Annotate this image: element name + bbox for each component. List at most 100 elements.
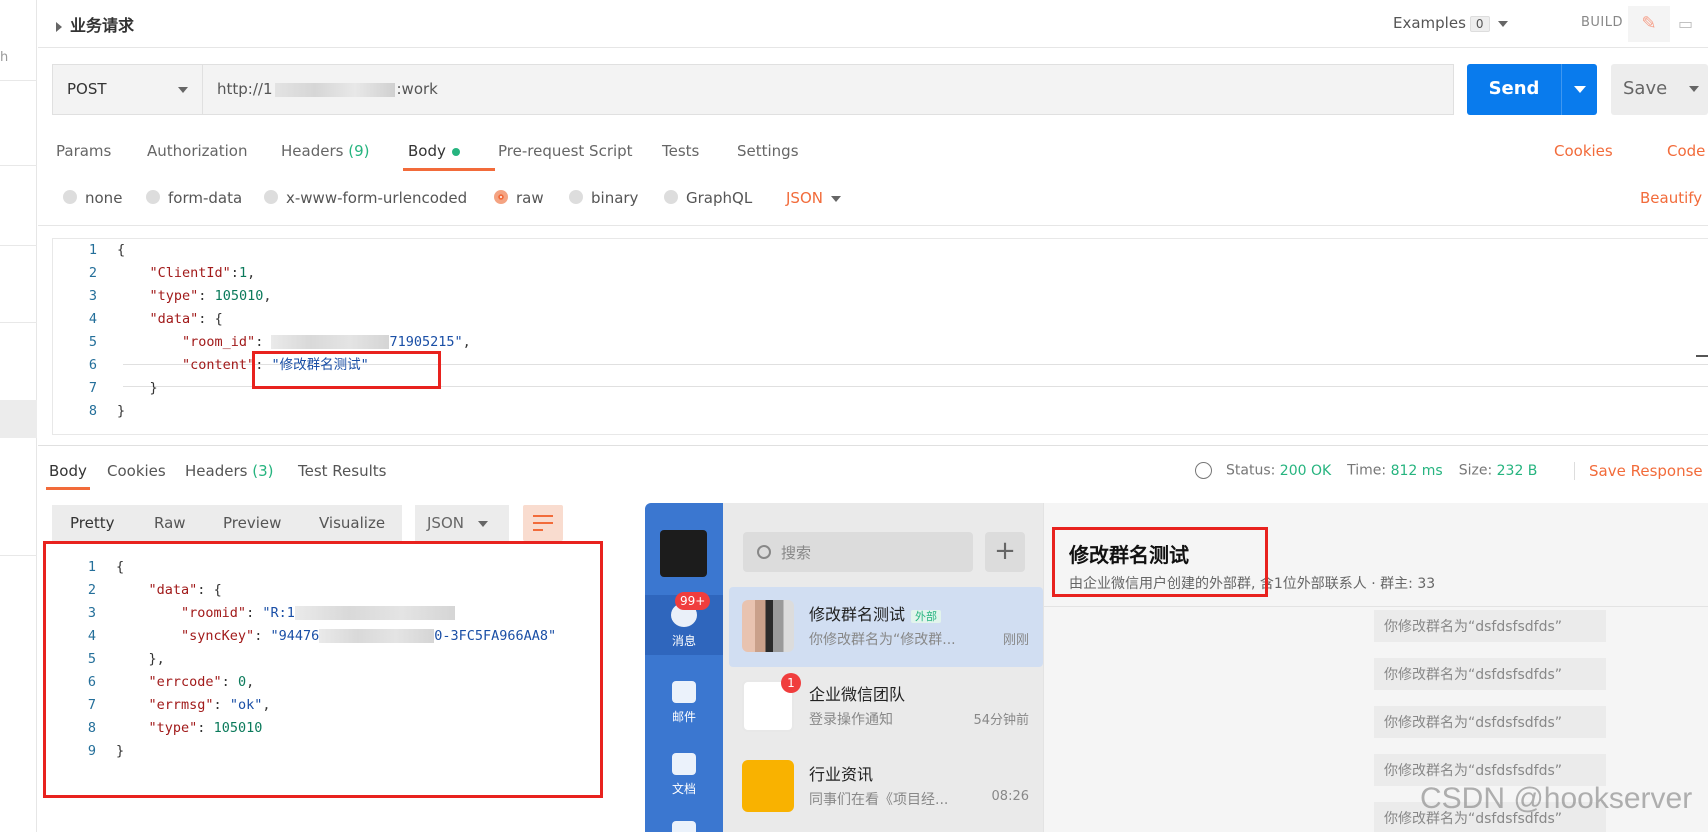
build-button[interactable]: BUILD xyxy=(1581,15,1623,30)
scrollbar-marker[interactable] xyxy=(1696,355,1708,357)
method-value: POST xyxy=(67,80,107,98)
code-text: } xyxy=(149,380,158,396)
chevron-down-icon xyxy=(178,87,188,93)
external-tag: 外部 xyxy=(911,610,942,623)
radio-none[interactable]: none xyxy=(63,189,122,207)
chevron-down-icon xyxy=(830,195,841,202)
sidebar-selected-item[interactable] xyxy=(0,400,37,438)
response-tab-body[interactable]: Body xyxy=(49,462,87,480)
body-format-select[interactable]: JSON xyxy=(786,189,841,207)
search-placeholder: 搜索 xyxy=(781,544,812,562)
unread-badge: 1 xyxy=(781,673,801,693)
add-button[interactable]: + xyxy=(985,532,1025,572)
conversation-list: 搜索 + 修改群名测试 外部 你修改群名为“修改群... 刚刚 1 企业微信团队 … xyxy=(723,503,1043,832)
left-sidebar: h xyxy=(0,0,37,832)
nav-docs[interactable]: 文档 xyxy=(645,753,723,797)
radio-urlencoded[interactable]: x-www-form-urlencoded xyxy=(264,189,467,207)
divider xyxy=(38,225,1708,226)
watermark: CSDN @hookserver xyxy=(1420,782,1693,815)
nav-label: 消息 xyxy=(671,634,696,648)
time-label: Time: xyxy=(1347,462,1387,479)
request-title-text: 业务请求 xyxy=(70,16,135,35)
response-tab-headers[interactable]: Headers (3) xyxy=(185,462,273,480)
json-key: "data" xyxy=(149,311,199,327)
view-preview[interactable]: Preview xyxy=(223,514,281,532)
cookies-link[interactable]: Cookies xyxy=(1554,142,1613,160)
wrap-lines-icon[interactable] xyxy=(523,505,563,541)
response-tab-cookies[interactable]: Cookies xyxy=(107,462,166,480)
examples-dropdown[interactable]: Examples 0 xyxy=(1393,14,1508,32)
radio-binary[interactable]: binary xyxy=(569,189,638,207)
radio-form-data[interactable]: form-data xyxy=(146,189,242,207)
document-icon xyxy=(672,753,696,775)
request-body-editor[interactable]: 1{ 2 "ClientId":1, 3 "type": 105010, 4 "… xyxy=(52,238,1708,435)
tab-tests[interactable]: Tests xyxy=(662,142,699,160)
response-format-select[interactable]: JSON xyxy=(415,505,509,541)
request-header: 业务请求 Examples 0 BUILD ✎ ▭ xyxy=(38,0,1708,48)
view-raw[interactable]: Raw xyxy=(154,514,186,532)
tab-body[interactable]: Body xyxy=(408,142,460,160)
nav-mail[interactable]: 邮件 xyxy=(645,681,723,725)
avatar[interactable] xyxy=(660,530,707,577)
conversation-time: 54分钟前 xyxy=(973,713,1029,728)
response-format-value: JSON xyxy=(427,514,464,532)
list-item[interactable]: 1 企业微信团队 登录操作通知 54分钟前 xyxy=(729,667,1043,747)
tab-settings[interactable]: Settings xyxy=(737,142,799,160)
tab-headers-count: (9) xyxy=(348,142,370,160)
conversation-time: 08:26 xyxy=(991,789,1029,804)
code-line: 3 "type": 105010, xyxy=(53,285,1708,308)
nav-label: 文档 xyxy=(671,782,696,796)
examples-count-badge: 0 xyxy=(1469,16,1490,32)
status-label: Status: xyxy=(1226,462,1276,479)
globe-icon[interactable] xyxy=(1195,462,1212,479)
sidebar-divider xyxy=(0,322,37,323)
tab-authorization[interactable]: Authorization xyxy=(147,142,247,160)
json-number: 105010 xyxy=(214,288,264,304)
radio-circle-icon xyxy=(664,190,678,204)
code-text: } xyxy=(117,403,126,419)
chevron-down-icon xyxy=(477,520,488,527)
url-input[interactable]: http://1:work xyxy=(202,64,1454,115)
save-response-button[interactable]: Save Response xyxy=(1574,462,1703,480)
response-tab-test-results[interactable]: Test Results xyxy=(298,462,386,480)
chevron-down-icon[interactable] xyxy=(1689,86,1699,92)
group-avatar xyxy=(742,600,794,652)
view-pretty[interactable]: Pretty xyxy=(70,514,115,532)
conversation-name-text: 修改群名测试 xyxy=(809,605,906,624)
nav-more[interactable] xyxy=(645,821,723,832)
save-button[interactable]: Save xyxy=(1611,64,1708,115)
tab-params[interactable]: Params xyxy=(56,142,111,160)
tab-pre-request-script[interactable]: Pre-request Script xyxy=(498,142,633,160)
pencil-icon[interactable]: ✎ xyxy=(1628,6,1670,42)
code-line: 4 "data": { xyxy=(53,308,1708,331)
tab-headers[interactable]: Headers (9) xyxy=(281,142,369,160)
json-key: "content" xyxy=(182,357,256,373)
plus-icon: + xyxy=(994,536,1016,566)
line-number: 7 xyxy=(88,380,97,396)
comment-icon[interactable]: ▭ xyxy=(1678,8,1708,40)
radio-graphql[interactable]: GraphQL xyxy=(664,189,752,207)
send-label: Send xyxy=(1488,78,1540,99)
list-item[interactable]: 修改群名测试 外部 你修改群名为“修改群... 刚刚 xyxy=(729,587,1043,667)
highlight-box xyxy=(43,541,603,798)
request-title[interactable]: 业务请求 xyxy=(56,12,134,36)
send-options-button[interactable] xyxy=(1561,64,1597,115)
list-item[interactable]: 行业资讯 同事们在看《项目经... 08:26 xyxy=(729,747,1043,827)
expand-caret-icon[interactable] xyxy=(56,21,62,32)
system-message: 你修改群名为“dsfdsfsdfds” xyxy=(1374,658,1606,690)
body-format-value: JSON xyxy=(786,189,823,207)
nav-messages[interactable]: 99+ 消息 xyxy=(645,592,723,655)
status-value: 200 OK xyxy=(1279,462,1332,479)
examples-label: Examples xyxy=(1393,14,1466,32)
beautify-link[interactable]: Beautify xyxy=(1640,189,1702,207)
method-select[interactable]: POST xyxy=(52,64,202,115)
search-input[interactable]: 搜索 xyxy=(743,532,973,572)
view-visualize[interactable]: Visualize xyxy=(319,514,385,532)
send-button[interactable]: Send xyxy=(1467,64,1597,115)
radio-selected-icon xyxy=(494,190,508,204)
code-link[interactable]: Code xyxy=(1667,142,1705,160)
radio-raw[interactable]: raw xyxy=(494,189,544,207)
system-message: 你修改群名为“dsfdsfsdfds” xyxy=(1374,610,1606,642)
conversation-preview: 你修改群名为“修改群... xyxy=(809,632,956,648)
tab-body-label: Body xyxy=(408,142,446,160)
